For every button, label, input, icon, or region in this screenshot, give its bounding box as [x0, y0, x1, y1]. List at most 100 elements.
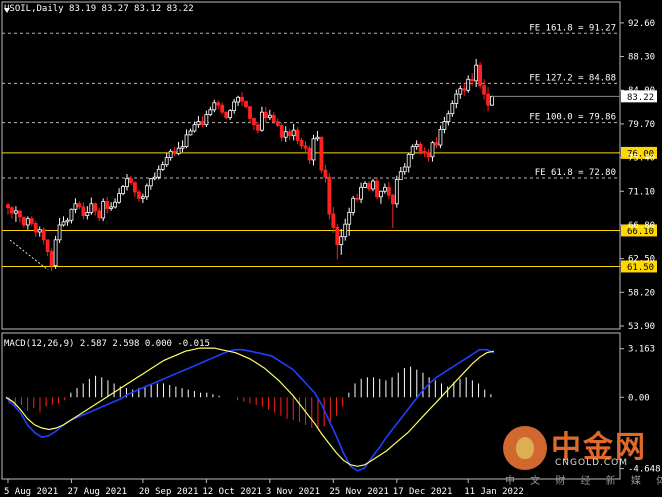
fib-level-label: FE 61.8 = 72.80	[535, 168, 616, 178]
candle-body	[390, 194, 395, 205]
candle-body	[61, 221, 66, 226]
main-panel: FE 161.8 = 91.27 FE 127.2 = 84.88 FE 100.0…	[1, 1, 657, 332]
candle-body	[458, 88, 463, 95]
candle	[351, 195, 356, 216]
candle	[490, 95, 494, 106]
candle-body	[267, 114, 272, 119]
price-tick-label: 75.40	[628, 154, 655, 164]
candle-body	[275, 121, 280, 126]
candle-body	[402, 166, 407, 173]
candle-body	[168, 150, 173, 159]
candle-body	[474, 64, 479, 82]
candle-body	[347, 212, 352, 225]
candle-body	[172, 150, 177, 155]
candle-body	[438, 129, 443, 146]
candle-body	[454, 93, 459, 104]
price-tick-label: 88.30	[628, 53, 655, 63]
time-tick-label: 20 Sep 2021	[139, 487, 199, 497]
candle-body	[232, 101, 237, 112]
candle-body	[21, 216, 26, 226]
candle-body	[140, 196, 145, 199]
candle-body	[295, 129, 300, 141]
candle-body	[299, 139, 304, 147]
candle-body	[394, 179, 399, 205]
candle-body	[125, 178, 129, 187]
candle-body	[33, 222, 38, 233]
candle-body	[371, 180, 375, 190]
candle-body	[450, 103, 455, 115]
candle-body	[29, 218, 34, 224]
candle-body	[137, 191, 141, 199]
candle-body	[414, 143, 419, 148]
candle-body	[156, 168, 161, 178]
candle-body	[45, 239, 50, 252]
candle-body	[97, 210, 102, 219]
price-tick-label: 92.60	[628, 19, 655, 29]
candle-body	[434, 142, 439, 146]
candle-body	[133, 182, 137, 193]
price-tick-label: 79.70	[628, 120, 655, 130]
ohlc-values: 83.19 83.27 83.12 83.22	[69, 4, 194, 14]
candle-body	[327, 176, 332, 215]
candle	[121, 185, 125, 196]
price-tick-label: 62.50	[628, 255, 655, 265]
candle-body	[204, 114, 209, 126]
candle-body	[89, 203, 94, 213]
candle-body	[113, 201, 118, 208]
macd-tick-label: 0.00	[628, 393, 650, 403]
candle-body	[10, 207, 14, 214]
time-tick-label: 12 Oct 2021	[202, 487, 262, 497]
candle	[394, 175, 399, 208]
candle-body	[355, 197, 360, 200]
candle-body	[315, 136, 320, 140]
candle-body	[263, 111, 268, 119]
price-tick-label: 66.80	[628, 221, 655, 231]
time-tick-label: 3 Nov 2021	[266, 487, 320, 497]
candle-body	[216, 102, 221, 106]
candle-body	[252, 118, 256, 126]
price-tick-label: 58.20	[628, 288, 655, 298]
candle-body	[379, 190, 383, 198]
candle-body	[410, 146, 415, 155]
macd-header: MACD(12,26,9) 2.587 2.598 0.000 -0.015	[4, 339, 210, 349]
candle-body	[224, 111, 229, 119]
candle-body	[470, 78, 475, 82]
candle-body	[398, 171, 403, 180]
candle-body	[200, 121, 205, 126]
candle-body	[212, 102, 217, 111]
candle-body	[319, 136, 324, 171]
candle-body	[375, 180, 379, 198]
candle	[53, 235, 58, 269]
candle-body	[382, 186, 387, 192]
candle-body	[339, 236, 344, 245]
candle-body	[442, 121, 447, 130]
candle-body	[335, 226, 340, 245]
candle-body	[121, 186, 125, 195]
candle-body	[109, 206, 114, 209]
candle-body	[25, 218, 30, 226]
candle-body	[367, 183, 371, 190]
candle-body	[41, 229, 46, 241]
chart-header: USOIL,Daily 83.19 83.27 83.12 83.22	[4, 4, 194, 14]
candle-body	[303, 145, 308, 149]
candle-body	[188, 130, 193, 136]
candle-body	[359, 186, 363, 200]
candle-body	[180, 146, 185, 149]
candle	[101, 198, 106, 222]
candle-body	[331, 213, 336, 228]
candle	[319, 136, 324, 174]
candle-body	[77, 203, 82, 208]
candle-body	[323, 169, 328, 178]
candle-body	[271, 114, 276, 122]
candle-body	[196, 121, 201, 126]
candle-body	[144, 185, 149, 198]
macd-tick-label: 3.163	[628, 345, 655, 355]
candle-body	[49, 251, 54, 267]
time-tick-label: 11 Jan 2022	[464, 487, 524, 497]
candle-body	[422, 150, 427, 154]
fib-level-label: FE 100.0 = 79.86	[529, 113, 616, 123]
candle-body	[406, 154, 411, 168]
candle-body	[311, 138, 316, 161]
symbol-label: USOIL,Daily	[4, 4, 64, 14]
candle-body	[490, 95, 494, 106]
